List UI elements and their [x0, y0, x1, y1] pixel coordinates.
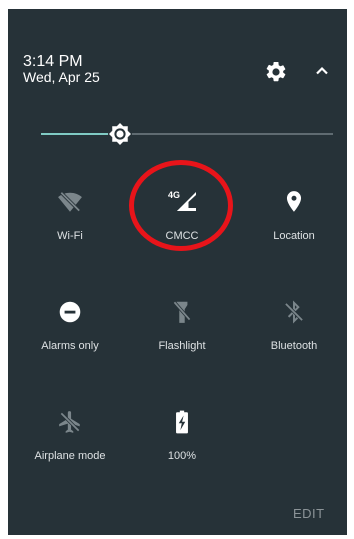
annotation-ellipse: [129, 160, 233, 251]
tile-label: Flashlight: [158, 340, 206, 352]
flashlight-icon: [173, 301, 191, 323]
clock-time: 3:14 PM: [23, 53, 83, 70]
tile-label: Bluetooth: [270, 340, 318, 352]
brightness-icon[interactable]: [107, 121, 133, 147]
tile-location[interactable]: Location: [239, 189, 349, 259]
battery-charging-icon: [176, 410, 188, 434]
tile-label: Airplane mode: [34, 450, 106, 462]
tile-bluetooth[interactable]: Bluetooth: [239, 299, 349, 369]
quick-settings-panel: 3:14 PM Wed, Apr 25 Wi-Fi 4G CMCC Locati…: [8, 9, 347, 535]
tile-label: 100%: [167, 450, 197, 462]
tile-label: Wi-Fi: [57, 230, 83, 242]
tile-airplane-mode[interactable]: Airplane mode: [15, 409, 125, 479]
tile-wifi[interactable]: Wi-Fi: [15, 189, 125, 259]
bluetooth-off-icon: [284, 300, 304, 324]
do-not-disturb-icon: [59, 301, 81, 323]
tile-label: Location: [273, 230, 315, 242]
gear-icon[interactable]: [264, 60, 288, 84]
brightness-slider[interactable]: [41, 121, 333, 147]
chevron-up-icon[interactable]: [312, 61, 332, 81]
tile-label: Alarms only: [41, 340, 99, 352]
tile-battery[interactable]: 100%: [127, 409, 237, 479]
tile-flashlight[interactable]: Flashlight: [127, 299, 237, 369]
location-pin-icon: [286, 191, 302, 212]
tile-alarms-only[interactable]: Alarms only: [15, 299, 125, 369]
clock-date: Wed, Apr 25: [23, 69, 100, 85]
wifi-off-icon: [58, 191, 82, 212]
airplane-icon: [59, 411, 80, 433]
edit-button[interactable]: EDIT: [293, 506, 325, 521]
